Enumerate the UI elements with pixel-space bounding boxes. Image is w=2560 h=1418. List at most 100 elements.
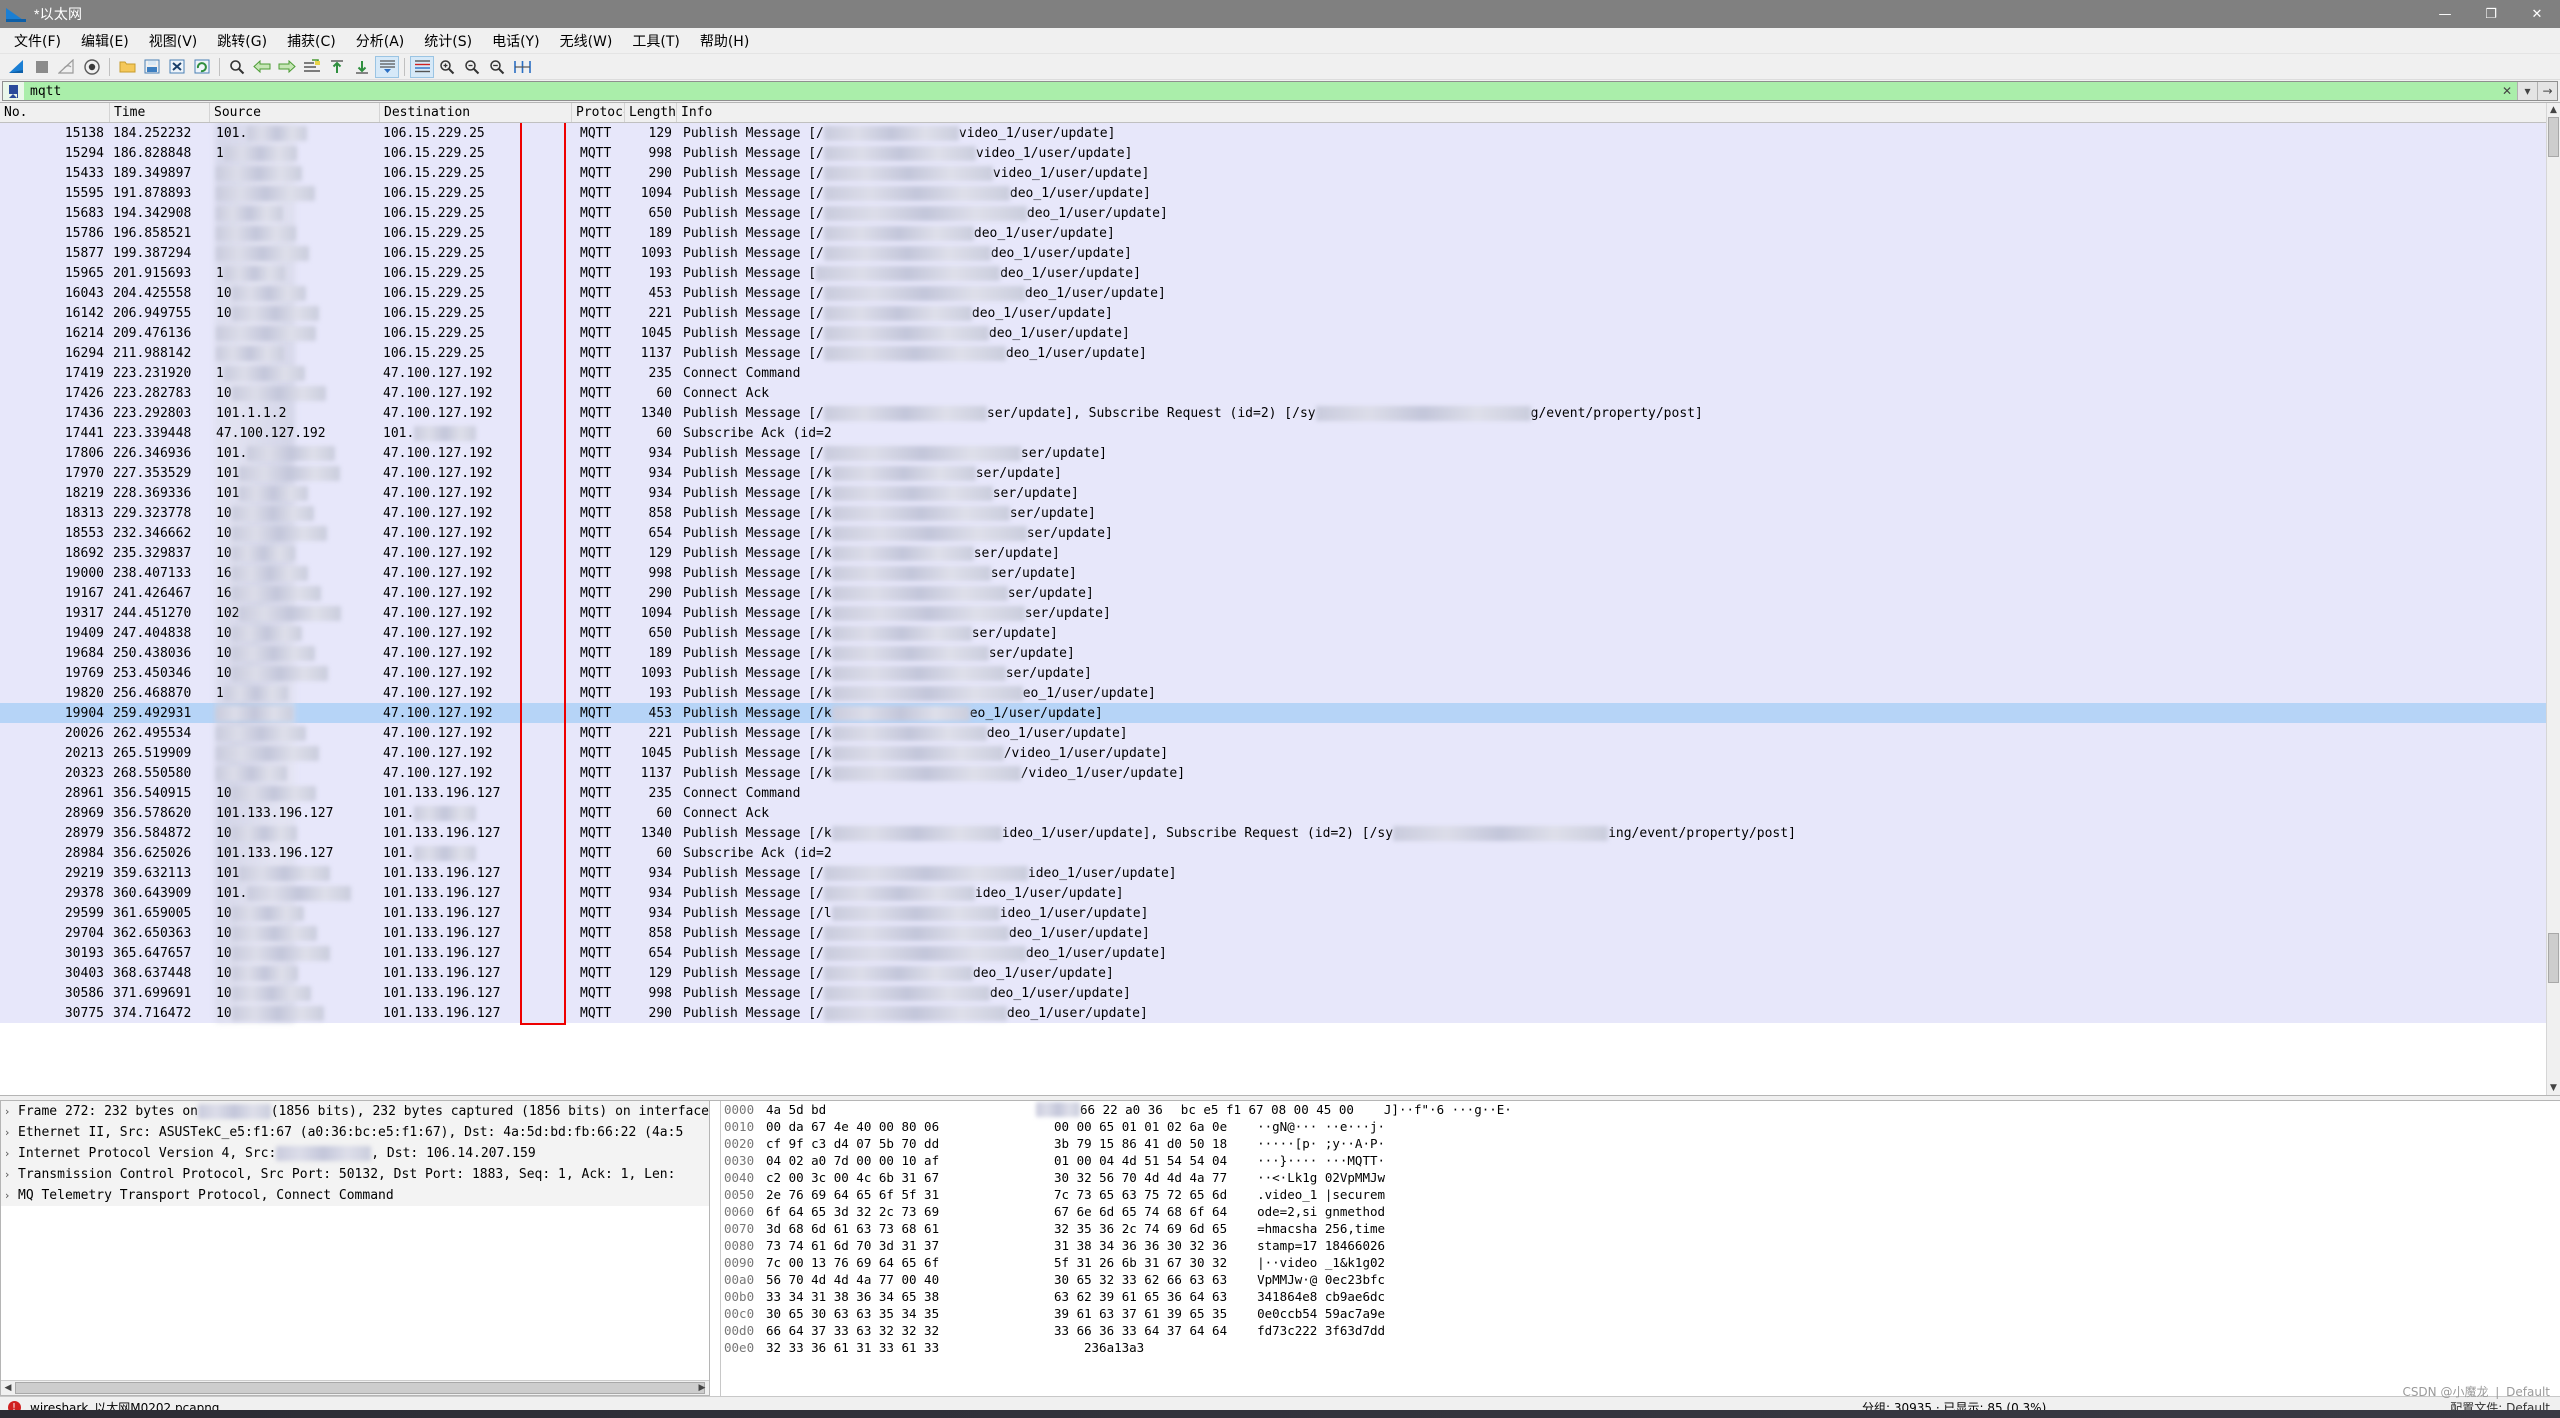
detail-scroll-thumb[interactable] bbox=[15, 1382, 705, 1394]
byte-row[interactable]: 00d066 64 37 33 63 32 32 3233 66 36 33 6… bbox=[710, 1322, 2560, 1339]
filter-clear-button[interactable]: ✕ bbox=[2497, 82, 2517, 100]
packet-row[interactable]: 17426223.2827831047.100.127.192MQTT60Con… bbox=[0, 383, 2560, 403]
filter-apply-button[interactable]: → bbox=[2537, 82, 2557, 100]
column-header-source[interactable]: Source bbox=[210, 103, 380, 122]
restart-capture-icon[interactable] bbox=[55, 56, 79, 78]
packet-row[interactable]: 29378360.643909101.101.133.196.127MQTT93… bbox=[0, 883, 2560, 903]
packet-row[interactable]: 19769253.4503461047.100.127.192MQTT1093P… bbox=[0, 663, 2560, 683]
packet-row[interactable]: 29219359.632113101101.133.196.127MQTT934… bbox=[0, 863, 2560, 883]
expander-icon[interactable]: › bbox=[5, 1189, 18, 1202]
packet-row[interactable]: 20323268.55058047.100.127.192MQTT1137Pub… bbox=[0, 763, 2560, 783]
zoom-in-icon[interactable] bbox=[435, 56, 459, 78]
packet-row[interactable]: 28961356.54091510101.133.196.127MQTT235C… bbox=[0, 783, 2560, 803]
byte-row[interactable]: 00c030 65 30 63 63 35 34 3539 61 63 37 6… bbox=[710, 1305, 2560, 1322]
packet-row[interactable]: 15683194.342908106.15.229.25MQTT650Publi… bbox=[0, 203, 2560, 223]
expander-icon[interactable]: › bbox=[5, 1147, 18, 1160]
byte-row[interactable]: 0040c2 00 3c 00 4c 6b 31 6730 32 56 70 4… bbox=[710, 1169, 2560, 1186]
menu-go[interactable]: 跳转(G) bbox=[207, 28, 277, 54]
packet-row[interactable]: 15786196.858521106.15.229.25MQTT189Publi… bbox=[0, 223, 2560, 243]
menu-capture[interactable]: 捕获(C) bbox=[277, 28, 346, 54]
packet-detail-row[interactable]: ›MQ Telemetry Transport Protocol, Connec… bbox=[1, 1185, 709, 1206]
byte-row[interactable]: 001000 da 67 4e 40 00 80 0600 00 65 01 0… bbox=[710, 1118, 2560, 1135]
zoom-reset-icon[interactable] bbox=[485, 56, 509, 78]
byte-row[interactable]: 00b033 34 31 38 36 34 65 3863 62 39 61 6… bbox=[710, 1288, 2560, 1305]
scroll-thumb-top[interactable] bbox=[2548, 117, 2559, 157]
column-header-protocol[interactable]: Protocol bbox=[572, 103, 625, 122]
packet-list-scrollbar[interactable]: ▲ ▼ bbox=[2546, 103, 2560, 1095]
filter-dropdown-button[interactable]: ▾ bbox=[2517, 82, 2537, 100]
packet-row[interactable]: 16142206.94975510106.15.229.25MQTT221Pub… bbox=[0, 303, 2560, 323]
close-button[interactable]: ✕ bbox=[2514, 0, 2560, 28]
packet-row[interactable]: 29599361.65900510101.133.196.127MQTT934P… bbox=[0, 903, 2560, 923]
packet-row[interactable]: 15294186.8288481106.15.229.25MQTT998Publ… bbox=[0, 143, 2560, 163]
packet-row[interactable]: 30403368.63744810101.133.196.127MQTT129P… bbox=[0, 963, 2560, 983]
column-header-time[interactable]: Time bbox=[110, 103, 210, 122]
byte-row[interactable]: 00e032 33 36 61 31 33 61 33236a13a3 bbox=[710, 1339, 2560, 1356]
menu-tools[interactable]: 工具(T) bbox=[622, 28, 689, 54]
scroll-down-arrow[interactable]: ▼ bbox=[2547, 1081, 2560, 1095]
expander-icon[interactable]: › bbox=[5, 1126, 18, 1139]
minimize-button[interactable]: — bbox=[2422, 0, 2468, 28]
save-file-icon[interactable] bbox=[140, 56, 164, 78]
packet-detail-row[interactable]: ›Transmission Control Protocol, Src Port… bbox=[1, 1164, 709, 1185]
packet-row[interactable]: 19167241.4264671647.100.127.192MQTT290Pu… bbox=[0, 583, 2560, 603]
menu-view[interactable]: 视图(V) bbox=[139, 28, 208, 54]
packet-row[interactable]: 18313229.3237781047.100.127.192MQTT858Pu… bbox=[0, 503, 2560, 523]
menu-file[interactable]: 文件(F) bbox=[4, 28, 71, 54]
byte-row[interactable]: 00a056 70 4d 4d 4a 77 00 4030 65 32 33 6… bbox=[710, 1271, 2560, 1288]
zoom-out-icon[interactable] bbox=[460, 56, 484, 78]
menu-help[interactable]: 帮助(H) bbox=[690, 28, 759, 54]
packet-row[interactable]: 15138184.252232101.106.15.229.25MQTT129P… bbox=[0, 123, 2560, 143]
column-header-info[interactable]: Info bbox=[677, 103, 2560, 122]
packet-row[interactable]: 17441223.33944847.100.127.192101.MQTT60S… bbox=[0, 423, 2560, 443]
column-header-destination[interactable]: Destination bbox=[380, 103, 572, 122]
resize-columns-icon[interactable] bbox=[510, 56, 534, 78]
packet-row[interactable]: 18219228.36933610147.100.127.192MQTT934P… bbox=[0, 483, 2560, 503]
display-filter-input[interactable]: mqtt bbox=[24, 81, 2497, 101]
go-forward-icon[interactable] bbox=[275, 56, 299, 78]
packet-row[interactable]: 19904259.49293147.100.127.192MQTT453Publ… bbox=[0, 703, 2560, 723]
go-last-packet-icon[interactable] bbox=[350, 56, 374, 78]
byte-row[interactable]: 00502e 76 69 64 65 6f 5f 317c 73 65 63 7… bbox=[710, 1186, 2560, 1203]
packet-row[interactable]: 20213265.51990947.100.127.192MQTT1045Pub… bbox=[0, 743, 2560, 763]
open-file-icon[interactable] bbox=[115, 56, 139, 78]
scroll-up-arrow[interactable]: ▲ bbox=[2547, 103, 2560, 117]
start-capture-icon[interactable] bbox=[5, 56, 29, 78]
packet-row[interactable]: 19684250.4380361047.100.127.192MQTT189Pu… bbox=[0, 643, 2560, 663]
packet-row[interactable]: 17436223.292803101.1.1.247.100.127.192MQ… bbox=[0, 403, 2560, 423]
packet-row[interactable]: 15433189.349897106.15.229.25MQTT290Publi… bbox=[0, 163, 2560, 183]
detail-scroll-right-arrow[interactable]: ▶ bbox=[695, 1381, 709, 1395]
filter-bookmark-icon[interactable] bbox=[2, 81, 24, 101]
close-file-icon[interactable] bbox=[165, 56, 189, 78]
packet-row[interactable]: 30193365.64765710101.133.196.127MQTT654P… bbox=[0, 943, 2560, 963]
packet-row[interactable]: 18553232.3466621047.100.127.192MQTT654Pu… bbox=[0, 523, 2560, 543]
find-packet-icon[interactable] bbox=[225, 56, 249, 78]
expander-icon[interactable]: › bbox=[5, 1168, 18, 1181]
byte-row[interactable]: 0020cf 9f c3 d4 07 5b 70 dd3b 79 15 86 4… bbox=[710, 1135, 2560, 1152]
capture-options-icon[interactable] bbox=[80, 56, 104, 78]
packet-row[interactable]: 30586371.69969110101.133.196.127MQTT998P… bbox=[0, 983, 2560, 1003]
packet-row[interactable]: 15595191.878893106.15.229.25MQTT1094Publ… bbox=[0, 183, 2560, 203]
packet-row[interactable]: 17970227.35352910147.100.127.192MQTT934P… bbox=[0, 463, 2560, 483]
packet-row[interactable]: 28984356.625026101.133.196.127101.MQTT60… bbox=[0, 843, 2560, 863]
go-back-icon[interactable] bbox=[250, 56, 274, 78]
go-first-packet-icon[interactable] bbox=[325, 56, 349, 78]
packet-detail-row[interactable]: ›Ethernet II, Src: ASUSTekC_e5:f1:67 (a0… bbox=[1, 1122, 709, 1143]
packet-row[interactable]: 19317244.45127010247.100.127.192MQTT1094… bbox=[0, 603, 2560, 623]
packet-row[interactable]: 16043204.42555810106.15.229.25MQTT453Pub… bbox=[0, 283, 2560, 303]
packet-row[interactable]: 17419223.231920147.100.127.192MQTT235Con… bbox=[0, 363, 2560, 383]
detail-horizontal-scrollbar[interactable]: ◀ ▶ bbox=[1, 1380, 709, 1395]
byte-row[interactable]: 008073 74 61 6d 70 3d 31 3731 38 34 36 3… bbox=[710, 1237, 2560, 1254]
column-header-no[interactable]: No. bbox=[0, 103, 110, 122]
packet-detail-row[interactable]: ›Internet Protocol Version 4, Src: , Dst… bbox=[1, 1143, 709, 1164]
go-to-packet-icon[interactable] bbox=[300, 56, 324, 78]
packet-row[interactable]: 19409247.4048381047.100.127.192MQTT650Pu… bbox=[0, 623, 2560, 643]
byte-row[interactable]: 00907c 00 13 76 69 64 65 6f5f 31 26 6b 3… bbox=[710, 1254, 2560, 1271]
packet-row[interactable]: 16294211.988142106.15.229.25MQTT1137Publ… bbox=[0, 343, 2560, 363]
packet-list-rows[interactable]: 15138184.252232101.106.15.229.25MQTT129P… bbox=[0, 123, 2560, 1095]
packet-row[interactable]: 30775374.71647210101.133.196.127MQTT290P… bbox=[0, 1003, 2560, 1023]
column-header-length[interactable]: Length bbox=[625, 103, 677, 122]
auto-scroll-icon[interactable] bbox=[375, 56, 399, 78]
packet-row[interactable]: 15877199.387294106.15.229.25MQTT1093Publ… bbox=[0, 243, 2560, 263]
packet-row[interactable]: 18692235.3298371047.100.127.192MQTT129Pu… bbox=[0, 543, 2560, 563]
